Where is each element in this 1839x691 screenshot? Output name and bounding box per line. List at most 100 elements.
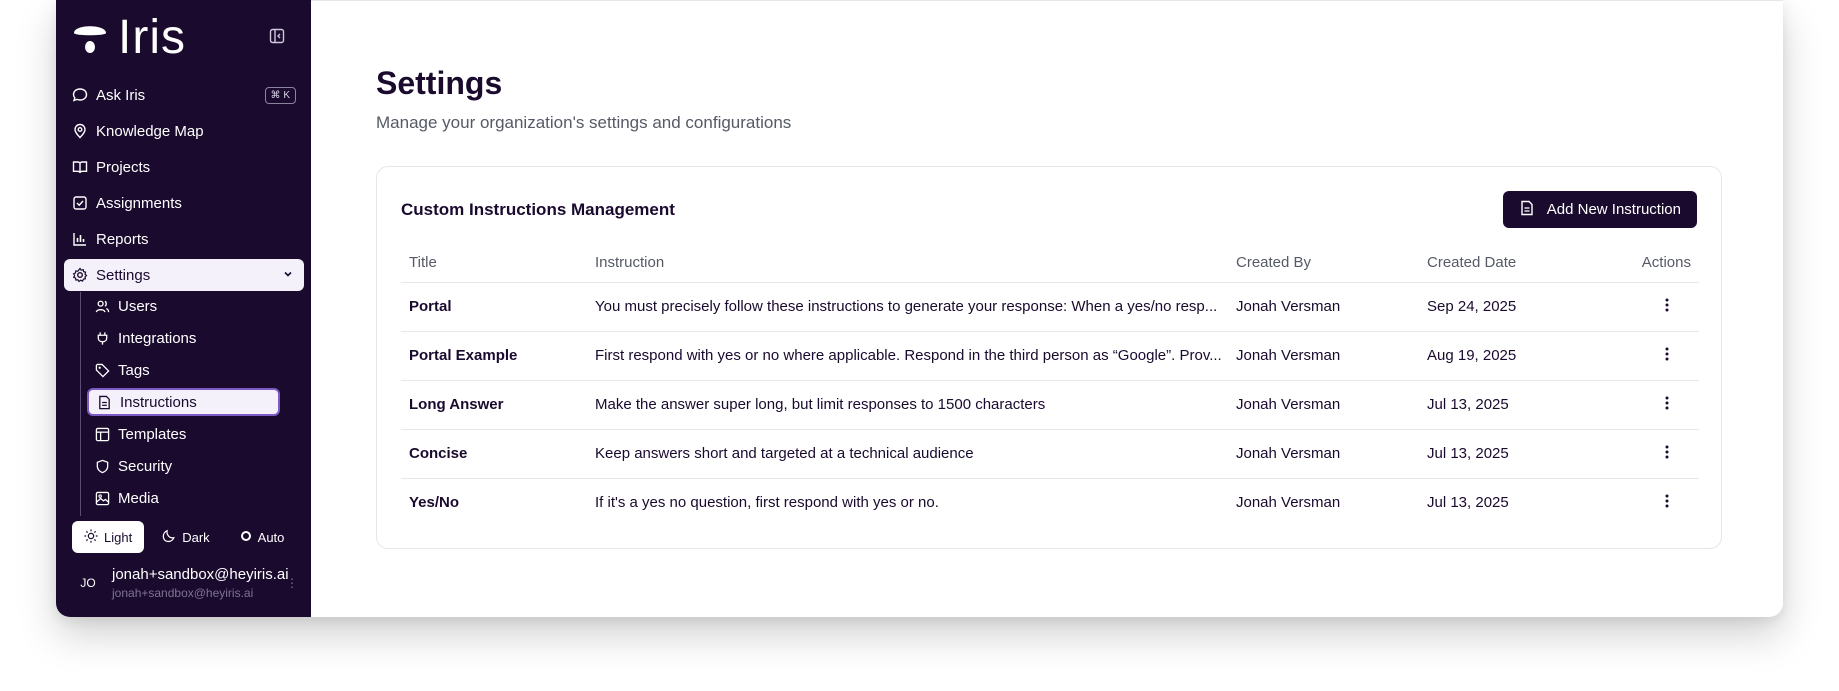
- row-created-by: Jonah Versman: [1236, 494, 1341, 512]
- row-instruction: You must precisely follow these instruct…: [587, 282, 1228, 332]
- theme-label: Auto: [257, 529, 285, 545]
- sub-label: Media: [118, 489, 159, 507]
- layout-icon: [95, 427, 110, 442]
- row-title: Concise: [401, 429, 587, 479]
- add-instruction-button[interactable]: Add New Instruction: [1502, 191, 1697, 228]
- main-content: Settings Manage your organization's sett…: [311, 0, 1783, 617]
- nav-item-assignments[interactable]: Assignments: [64, 187, 304, 219]
- row-created-by: Jonah Versman: [1228, 429, 1419, 479]
- row-date: Sep 24, 2025: [1419, 282, 1606, 332]
- user-profile[interactable]: JO jonah+sandbox@heyiris.ai jonah+sandbo…: [72, 566, 302, 600]
- document-icon: [97, 395, 112, 410]
- main-nav: Ask Iris ⌘ K Knowledge Map Projects Assi…: [64, 79, 304, 295]
- row-date: Aug 19, 2025: [1419, 331, 1606, 381]
- nav-label: Assignments: [96, 194, 182, 212]
- sidebar: Iris Ask Iris ⌘ K Knowledge Map Projects…: [56, 0, 311, 617]
- more-vertical-icon[interactable]: [1657, 347, 1677, 361]
- column-header-title: Title: [401, 243, 587, 283]
- row-title: Portal Example: [401, 331, 587, 381]
- table-row[interactable]: Long Answer Make the answer super long, …: [401, 380, 1699, 430]
- row-date: Jul 13, 2025: [1419, 380, 1606, 430]
- table-header-row: Title Instruction Created By Created Dat…: [401, 243, 1699, 283]
- card-title: Custom Instructions Management: [401, 200, 675, 219]
- table-row[interactable]: Portal You must precisely follow these i…: [401, 282, 1699, 332]
- nav-item-ask-iris[interactable]: Ask Iris ⌘ K: [64, 79, 304, 111]
- table-row[interactable]: Concise Keep answers short and targeted …: [401, 429, 1699, 479]
- user-menu-icon[interactable]: ⋮: [286, 576, 298, 590]
- app-window: Iris Ask Iris ⌘ K Knowledge Map Projects…: [56, 0, 1783, 617]
- document-plus-icon: [1519, 200, 1535, 220]
- more-vertical-icon[interactable]: [1657, 494, 1677, 508]
- collapse-sidebar-icon[interactable]: [269, 28, 287, 46]
- settings-subnav: Users Integrations Tags Instructions Tem…: [80, 292, 300, 516]
- sub-item-users[interactable]: Users: [87, 292, 280, 320]
- more-vertical-icon[interactable]: [1657, 445, 1677, 459]
- nav-item-knowledge-map[interactable]: Knowledge Map: [64, 115, 304, 147]
- column-header-actions: Actions: [1606, 243, 1699, 283]
- sub-item-media[interactable]: Media: [87, 484, 280, 512]
- more-vertical-icon[interactable]: [1657, 396, 1677, 410]
- sub-item-integrations[interactable]: Integrations: [87, 324, 280, 352]
- sub-item-tags[interactable]: Tags: [87, 356, 280, 384]
- table-row[interactable]: Portal Example First respond with yes or…: [401, 331, 1699, 381]
- sub-label: Users: [118, 297, 158, 315]
- shield-icon: [95, 459, 110, 474]
- bar-chart-icon: [72, 231, 88, 247]
- sub-label: Tags: [118, 361, 150, 379]
- row-instruction: If it's a yes no question, first respond…: [595, 494, 939, 512]
- map-pin-icon: [72, 123, 88, 139]
- row-actions: [1606, 478, 1699, 527]
- row-created-by: Jonah Versman: [1228, 282, 1419, 332]
- moon-icon: [162, 529, 176, 546]
- user-name: jonah+sandbox@heyiris.ai: [112, 566, 289, 583]
- row-title: Yes/No: [409, 494, 460, 512]
- row-instruction: Make the answer super long, but limit re…: [587, 380, 1228, 430]
- row-actions: [1606, 331, 1699, 381]
- row-created-by: Jonah Versman: [1228, 380, 1419, 430]
- column-header-created-by: Created By: [1228, 243, 1419, 283]
- row-date: Jul 13, 2025: [1427, 494, 1509, 512]
- checkbox-icon: [72, 195, 88, 211]
- row-instruction: First respond with yes or no where appli…: [587, 331, 1228, 381]
- nav-label: Knowledge Map: [96, 122, 204, 140]
- theme-label: Light: [104, 529, 133, 545]
- nav-item-settings[interactable]: Settings: [64, 259, 304, 291]
- row-title: Portal: [401, 282, 587, 332]
- nav-label: Reports: [96, 230, 149, 248]
- sub-label: Templates: [118, 425, 187, 443]
- nav-label: Ask Iris: [96, 86, 146, 104]
- sub-label: Security: [118, 457, 173, 475]
- page-subtitle: Manage your organization's settings and …: [376, 113, 792, 132]
- nav-item-projects[interactable]: Projects: [64, 151, 304, 183]
- circle-icon: [240, 530, 252, 545]
- sub-item-templates[interactable]: Templates: [87, 420, 280, 448]
- row-date: Jul 13, 2025: [1419, 429, 1606, 479]
- sub-label: Integrations: [118, 329, 197, 347]
- theme-label: Dark: [182, 529, 210, 545]
- row-actions: [1606, 380, 1699, 430]
- column-header-created-date: Created Date: [1419, 243, 1606, 283]
- add-button-label: Add New Instruction: [1546, 201, 1681, 218]
- nav-label: Settings: [96, 266, 151, 284]
- user-email: jonah+sandbox@heyiris.ai: [112, 586, 254, 600]
- row-created-by: Jonah Versman: [1228, 331, 1419, 381]
- theme-dark-button[interactable]: Dark: [150, 521, 221, 553]
- shortcut-badge: ⌘ K: [264, 86, 296, 104]
- column-header-instruction: Instruction: [587, 243, 1228, 283]
- page-title: Settings: [376, 65, 503, 101]
- table-row[interactable]: Yes/No If it's a yes no question, first …: [401, 478, 1699, 527]
- theme-light-button[interactable]: Light: [72, 521, 145, 553]
- sub-item-instructions[interactable]: Instructions: [87, 388, 280, 416]
- instructions-card: Custom Instructions Management Add New I…: [376, 166, 1722, 549]
- theme-switcher: Light Dark Auto: [72, 521, 296, 553]
- plug-icon: [95, 331, 110, 346]
- book-open-icon: [72, 159, 88, 175]
- users-icon: [95, 299, 110, 314]
- nav-item-reports[interactable]: Reports: [64, 223, 304, 255]
- more-vertical-icon[interactable]: [1657, 298, 1677, 312]
- iris-logo-icon: [74, 26, 106, 53]
- user-info: jonah+sandbox@heyiris.ai jonah+sandbox@h…: [112, 566, 289, 600]
- iris-logo[interactable]: Iris: [72, 14, 186, 62]
- theme-auto-button[interactable]: Auto: [228, 521, 297, 553]
- sub-item-security[interactable]: Security: [87, 452, 280, 480]
